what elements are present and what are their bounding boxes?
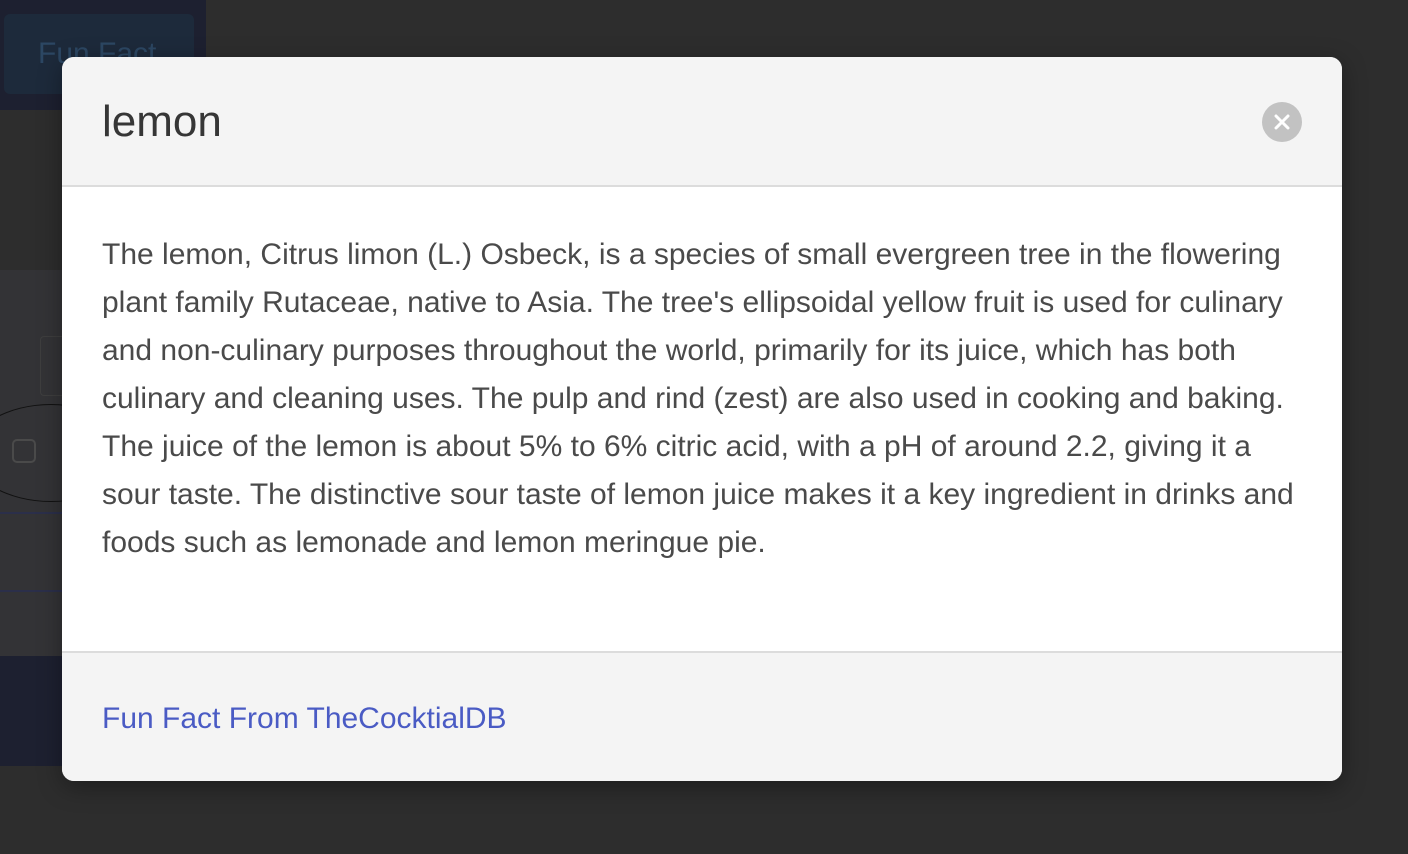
modal-title: lemon: [102, 97, 222, 146]
modal-footer: Fun Fact From TheCocktialDB: [62, 651, 1342, 781]
fun-fact-text: The lemon, Citrus limon (L.) Osbeck, is …: [102, 238, 1294, 559]
background-divider: [0, 590, 70, 592]
modal-header: lemon: [62, 57, 1342, 187]
background-footer: [0, 656, 70, 766]
source-link[interactable]: Fun Fact From TheCocktialDB: [102, 699, 507, 739]
fun-fact-modal: lemon The lemon, Citrus limon (L.) Osbec…: [62, 57, 1342, 781]
modal-body: The lemon, Citrus limon (L.) Osbeck, is …: [62, 187, 1342, 651]
background-divider: [0, 512, 70, 514]
background-checkbox: [12, 439, 36, 463]
close-button[interactable]: [1262, 102, 1302, 142]
close-icon: [1274, 114, 1290, 130]
